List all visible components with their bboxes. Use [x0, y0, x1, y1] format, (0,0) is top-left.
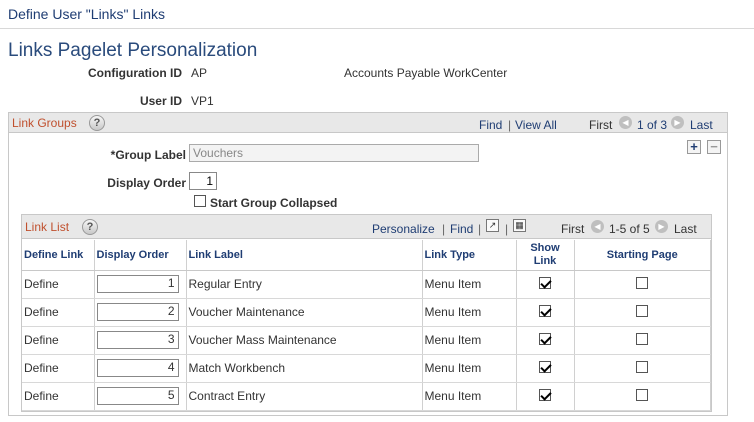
show-link-checkbox[interactable] [539, 276, 551, 289]
link-label-cell: Voucher Maintenance [186, 298, 423, 327]
table-row: Define 1 Regular Entry Menu Item [22, 270, 711, 299]
group-label-label: *Group Label [110, 148, 186, 162]
column-header-link-label[interactable]: Link Label [186, 240, 423, 271]
link-groups-find-link[interactable]: Find [479, 118, 502, 132]
define-link[interactable]: Define [22, 298, 95, 327]
display-order-input[interactable]: 5 [96, 387, 179, 405]
personalize-link[interactable]: Personalize [372, 222, 435, 236]
display-order-input[interactable]: 1 [96, 275, 179, 293]
column-header-link-type[interactable]: Link Type [422, 240, 517, 271]
page-title: Links Pagelet Personalization [8, 40, 258, 61]
link-label-cell: Contract Entry [186, 382, 423, 411]
column-header-display-order[interactable]: Display Order [94, 240, 187, 271]
delete-row-button[interactable]: − [707, 140, 721, 154]
link-list-count: 1-5 of 5 [609, 222, 650, 236]
nav-separator: | [442, 222, 446, 236]
link-groups-view-all-link[interactable]: View All [515, 118, 557, 132]
start-group-collapsed-checkbox[interactable] [194, 195, 206, 207]
link-groups-first-label: First [589, 118, 613, 132]
window-title: Define User "Links" Links [8, 6, 166, 22]
link-groups-count: 1 of 3 [637, 118, 668, 132]
table-row: Define 3 Voucher Mass Maintenance Menu I… [22, 326, 711, 355]
link-type-cell: Menu Item [422, 382, 517, 411]
column-header-show-link[interactable]: Show Link [516, 240, 575, 271]
table-row: Define 5 Contract Entry Menu Item [22, 382, 711, 411]
link-type-cell: Menu Item [422, 298, 517, 327]
link-label-cell: Match Workbench [186, 354, 423, 383]
display-order-input[interactable]: 1 [189, 172, 217, 190]
table-row: Define 4 Match Workbench Menu Item [22, 354, 711, 383]
next-arrow-icon[interactable]: ▶ [655, 220, 668, 233]
show-link-header-line1: Show [530, 241, 560, 254]
nav-separator: | [478, 222, 482, 236]
help-icon[interactable]: ? [82, 219, 98, 235]
define-link[interactable]: Define [22, 326, 95, 355]
define-link[interactable]: Define [22, 270, 95, 299]
link-groups-title: Link Groups [12, 116, 77, 130]
link-label-cell: Regular Entry [186, 270, 423, 299]
starting-page-checkbox[interactable] [636, 332, 649, 345]
new-window-icon[interactable]: ↗ [486, 219, 499, 232]
link-list-find-link[interactable]: Find [450, 222, 473, 236]
show-link-checkbox[interactable] [539, 332, 551, 345]
link-type-cell: Menu Item [422, 270, 517, 299]
starting-page-checkbox[interactable] [636, 360, 649, 373]
start-group-collapsed-label: Start Group Collapsed [210, 196, 338, 210]
starting-page-checkbox[interactable] [636, 276, 649, 289]
link-list-table: Define Link Display Order Link Label Lin… [22, 240, 711, 411]
title-divider [0, 28, 754, 29]
configuration-id-value: AP [191, 66, 208, 80]
show-link-checkbox[interactable] [539, 360, 551, 373]
next-arrow-icon[interactable]: ▶ [671, 116, 684, 129]
show-link-checkbox[interactable] [539, 304, 551, 317]
prev-arrow-icon[interactable]: ◀ [619, 116, 632, 129]
nav-separator: | [505, 222, 509, 236]
link-label-cell: Voucher Mass Maintenance [186, 326, 423, 355]
define-link[interactable]: Define [22, 354, 95, 383]
link-list-last-label: Last [674, 222, 697, 236]
prev-arrow-icon[interactable]: ◀ [591, 220, 604, 233]
link-list-header [22, 215, 711, 239]
display-order-label: Display Order [107, 176, 186, 190]
display-order-input[interactable]: 4 [96, 359, 179, 377]
link-type-cell: Menu Item [422, 354, 517, 383]
column-header-define-link[interactable]: Define Link [22, 240, 95, 271]
define-link[interactable]: Define [22, 382, 95, 411]
user-id-value: VP1 [191, 94, 214, 108]
link-type-cell: Menu Item [422, 326, 517, 355]
download-grid-icon[interactable]: ▦ [513, 219, 526, 232]
link-list-first-label: First [561, 222, 585, 236]
add-row-button[interactable]: + [687, 140, 701, 154]
starting-page-checkbox[interactable] [636, 388, 649, 401]
user-id-label: User ID [139, 94, 182, 108]
starting-page-checkbox[interactable] [636, 304, 649, 317]
link-list-title: Link List [25, 220, 70, 234]
show-link-checkbox[interactable] [539, 388, 551, 401]
display-order-input[interactable]: 3 [96, 331, 179, 349]
table-row: Define 2 Voucher Maintenance Menu Item [22, 298, 711, 327]
nav-separator: | [508, 118, 512, 132]
link-groups-last-link[interactable]: Last [690, 118, 713, 132]
configuration-id-label: Configuration ID [88, 66, 182, 80]
display-order-input[interactable]: 2 [96, 303, 179, 321]
help-icon[interactable]: ? [89, 115, 105, 131]
show-link-header-line2: Link [533, 254, 557, 267]
column-header-starting-page[interactable]: Starting Page [574, 240, 711, 271]
configuration-description: Accounts Payable WorkCenter [344, 66, 508, 80]
group-label-input[interactable]: Vouchers [189, 144, 479, 162]
